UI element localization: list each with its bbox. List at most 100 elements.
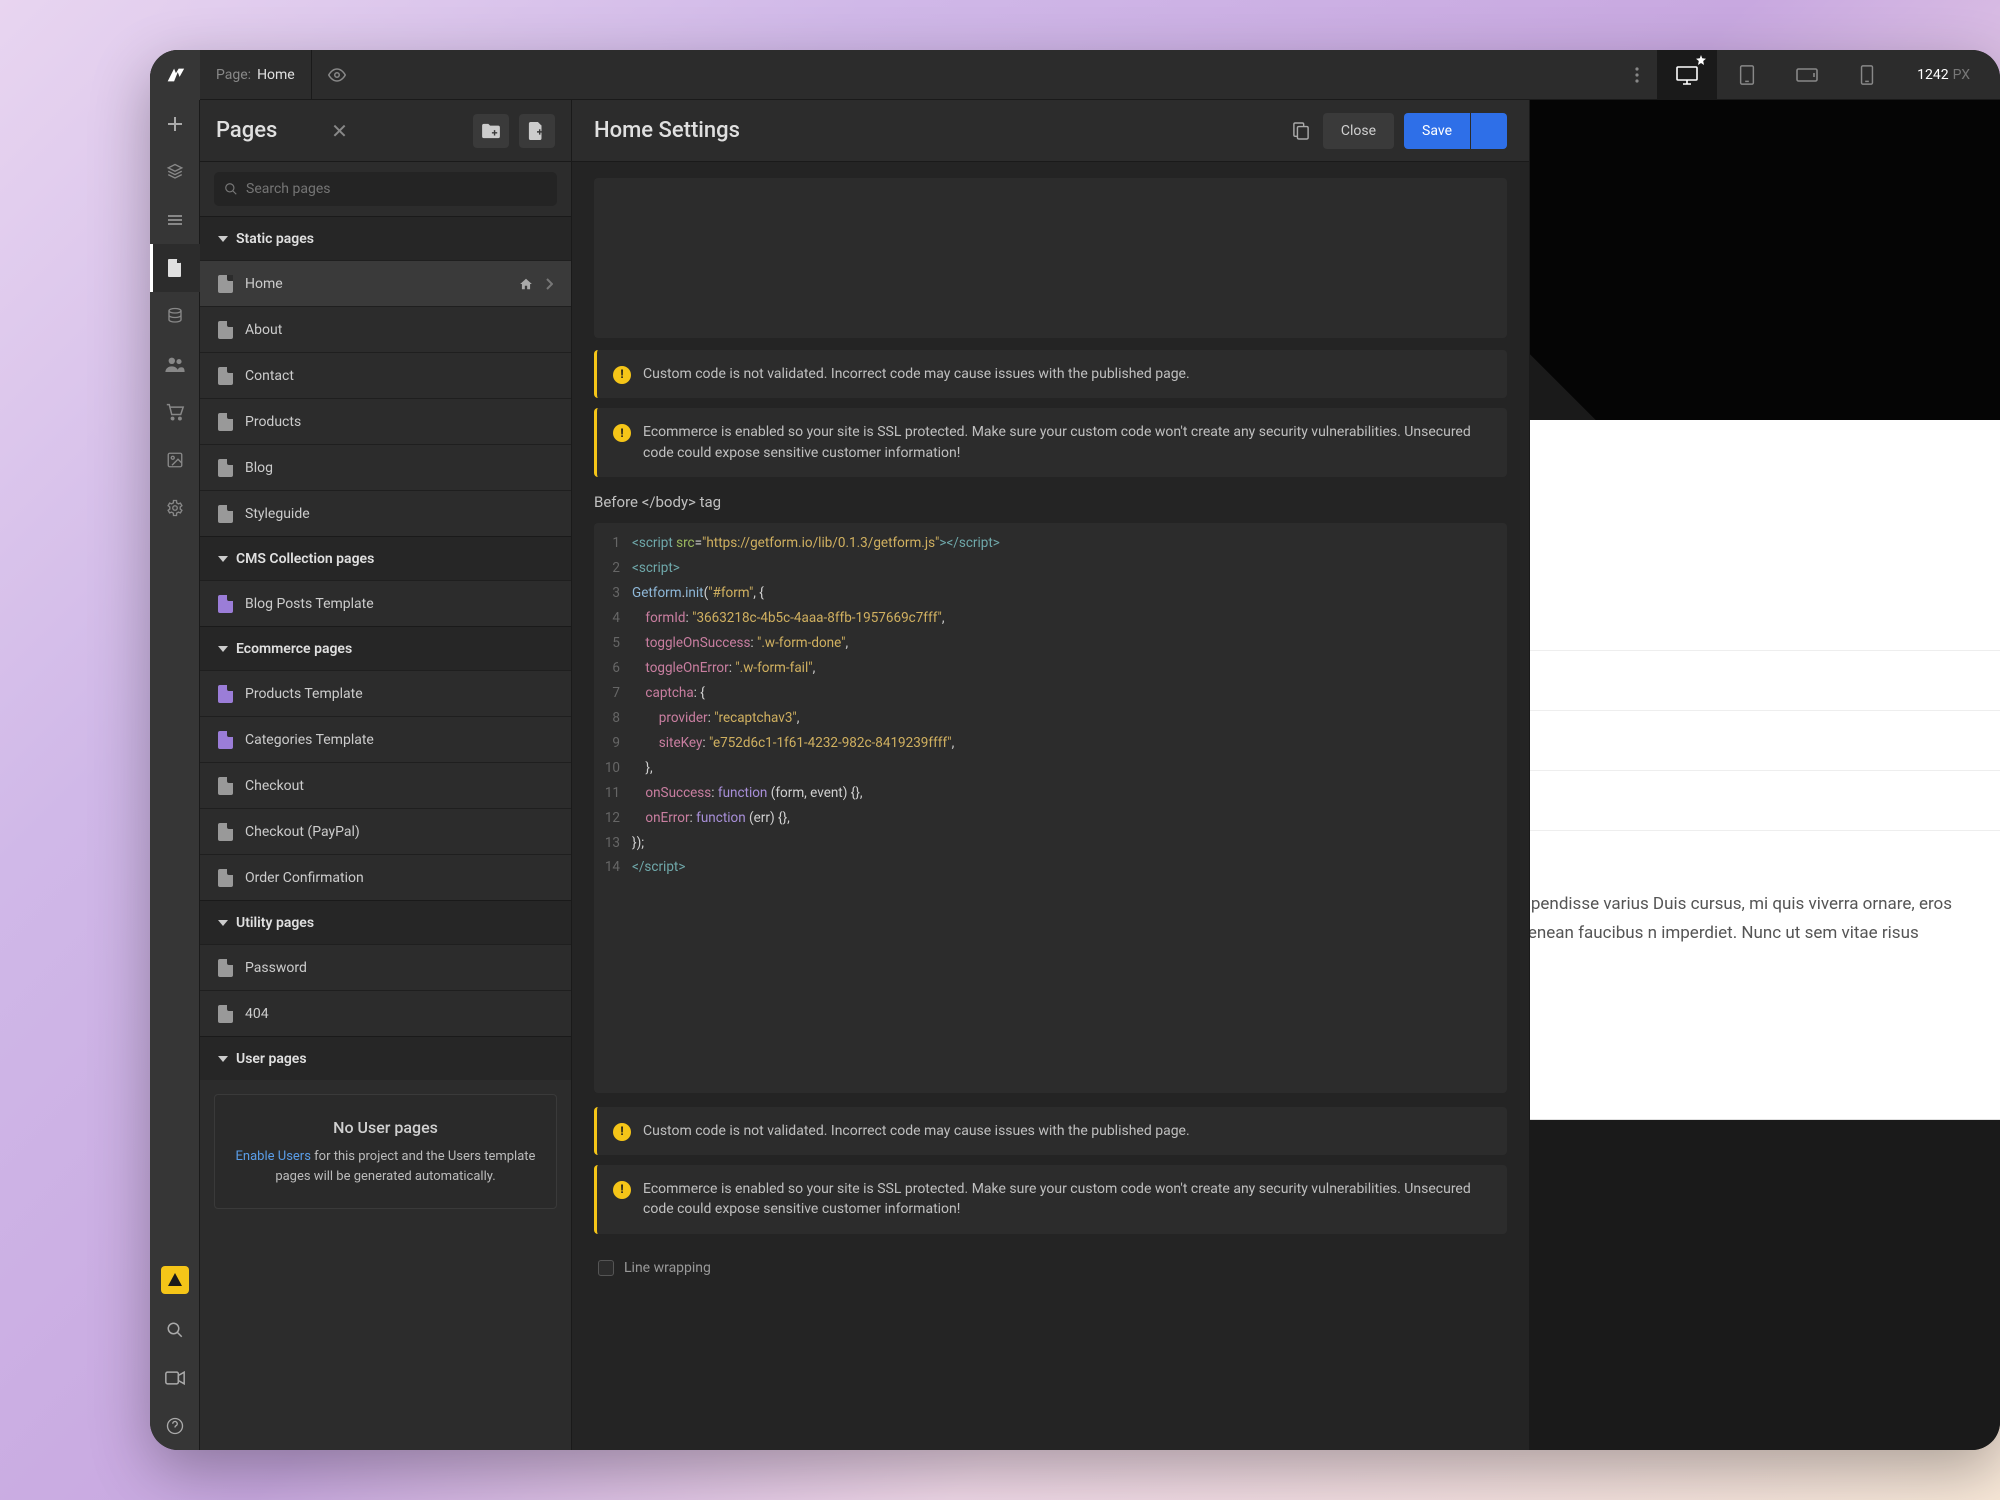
page-item-label: Contact bbox=[245, 368, 294, 384]
breakpoint-mobile-portrait[interactable] bbox=[1837, 50, 1897, 99]
add-element-button[interactable] bbox=[150, 100, 200, 148]
page-item-checkout-paypal[interactable]: Checkout (PayPal) bbox=[200, 808, 571, 854]
page-item-label: Products bbox=[245, 414, 301, 430]
search-button[interactable] bbox=[150, 1306, 200, 1354]
ecommerce-button[interactable] bbox=[150, 388, 200, 436]
page-icon bbox=[218, 413, 233, 431]
page-item-password[interactable]: Password bbox=[200, 944, 571, 990]
page-item-label: Styleguide bbox=[245, 506, 310, 522]
page-item-label: Order Confirmation bbox=[245, 870, 364, 886]
page-icon bbox=[218, 869, 233, 887]
users-button[interactable] bbox=[150, 340, 200, 388]
page-item-label: Checkout (PayPal) bbox=[245, 824, 360, 840]
page-item-label: Home bbox=[245, 276, 283, 292]
page-item-about[interactable]: About bbox=[200, 306, 571, 352]
chevron-down-icon bbox=[218, 1056, 228, 1062]
settings-button[interactable] bbox=[150, 484, 200, 532]
page-item-products-template[interactable]: Products Template bbox=[200, 670, 571, 716]
save-dropdown-button[interactable] bbox=[1471, 113, 1507, 149]
section-static-pages[interactable]: Static pages bbox=[200, 216, 571, 260]
warning-ssl-2: ! Ecommerce is enabled so your site is S… bbox=[594, 1165, 1507, 1234]
chevron-down-icon bbox=[218, 556, 228, 562]
page-item-404[interactable]: 404 bbox=[200, 990, 571, 1036]
new-folder-button[interactable] bbox=[473, 114, 509, 148]
chevron-down-icon bbox=[218, 646, 228, 652]
page-item-contact[interactable]: Contact bbox=[200, 352, 571, 398]
pages-search[interactable] bbox=[214, 172, 557, 206]
breakpoint-mobile-landscape[interactable] bbox=[1777, 50, 1837, 99]
page-icon bbox=[218, 321, 233, 339]
page-item-order-confirmation[interactable]: Order Confirmation bbox=[200, 854, 571, 900]
settings-header: Home Settings Close Save bbox=[572, 100, 1529, 162]
close-button[interactable]: Close bbox=[1323, 113, 1394, 149]
preview-toggle[interactable] bbox=[312, 50, 362, 99]
chevron-down-icon bbox=[218, 920, 228, 926]
page-item-label: Password bbox=[245, 960, 307, 976]
audit-button[interactable] bbox=[150, 1258, 200, 1306]
page-item-styleguide[interactable]: Styleguide bbox=[200, 490, 571, 536]
checkbox-icon bbox=[598, 1260, 614, 1276]
warning-icon: ! bbox=[613, 366, 631, 384]
new-page-button[interactable] bbox=[519, 114, 555, 148]
line-wrapping-toggle[interactable]: Line wrapping bbox=[594, 1244, 1507, 1292]
page-item-products[interactable]: Products bbox=[200, 398, 571, 444]
pages-panel-title: Pages bbox=[216, 118, 317, 143]
canvas-content-section: tetur adipiscing elit. Suspendisse variu… bbox=[1530, 420, 2000, 1120]
template-icon bbox=[218, 685, 233, 703]
page-icon bbox=[218, 459, 233, 477]
page-item-categories-template[interactable]: Categories Template bbox=[200, 716, 571, 762]
section-user-pages[interactable]: User pages bbox=[200, 1036, 571, 1080]
help-button[interactable] bbox=[150, 1402, 200, 1450]
warning-code-validation-2: ! Custom code is not validated. Incorrec… bbox=[594, 1107, 1507, 1155]
page-icon bbox=[218, 777, 233, 795]
chevron-right-icon bbox=[545, 278, 553, 290]
section-utility-pages[interactable]: Utility pages bbox=[200, 900, 571, 944]
pages-button[interactable] bbox=[150, 244, 200, 292]
head-code-editor[interactable] bbox=[594, 178, 1507, 338]
breakpoint-desktop[interactable] bbox=[1657, 50, 1717, 99]
enable-users-link[interactable]: Enable Users bbox=[236, 1149, 311, 1164]
template-icon bbox=[218, 595, 233, 613]
pages-search-input[interactable] bbox=[246, 181, 547, 197]
components-button[interactable] bbox=[150, 196, 200, 244]
breakpoint-tablet[interactable] bbox=[1717, 50, 1777, 99]
page-item-home[interactable]: Home bbox=[200, 260, 571, 306]
warning-text: Ecommerce is enabled so your site is SSL… bbox=[643, 422, 1491, 463]
page-item-label: Products Template bbox=[245, 686, 363, 702]
cms-button[interactable] bbox=[150, 292, 200, 340]
video-tutorials-button[interactable] bbox=[150, 1354, 200, 1402]
navigator-button[interactable] bbox=[150, 148, 200, 196]
chevron-down-icon bbox=[218, 236, 228, 242]
empty-state-title: No User pages bbox=[235, 1115, 536, 1141]
top-bar: Page: Home 1242PX bbox=[150, 50, 2000, 100]
pages-panel: Pages ✕ Static pages Home bbox=[200, 100, 572, 1450]
settings-title: Home Settings bbox=[594, 118, 1285, 143]
page-item-blog-posts-template[interactable]: Blog Posts Template bbox=[200, 580, 571, 626]
more-menu-button[interactable] bbox=[1617, 50, 1657, 99]
copy-button[interactable] bbox=[1285, 114, 1317, 148]
left-rail bbox=[150, 100, 200, 1450]
home-icon bbox=[519, 277, 533, 291]
page-icon bbox=[218, 823, 233, 841]
page-crumb-label: Page: bbox=[216, 67, 251, 83]
page-item-label: Checkout bbox=[245, 778, 304, 794]
body-code-editor[interactable]: 1<script src="https://getform.io/lib/0.1… bbox=[594, 523, 1507, 1093]
app-window: Page: Home 1242PX bbox=[150, 50, 2000, 1450]
page-item-checkout[interactable]: Checkout bbox=[200, 762, 571, 808]
line-wrapping-label: Line wrapping bbox=[624, 1260, 711, 1276]
webflow-logo[interactable] bbox=[150, 50, 200, 100]
page-breadcrumb[interactable]: Page: Home bbox=[200, 50, 312, 99]
section-ecommerce-pages[interactable]: Ecommerce pages bbox=[200, 626, 571, 670]
assets-button[interactable] bbox=[150, 436, 200, 484]
save-button[interactable]: Save bbox=[1404, 113, 1470, 149]
warning-ssl: ! Ecommerce is enabled so your site is S… bbox=[594, 408, 1507, 477]
page-item-label: Categories Template bbox=[245, 732, 374, 748]
page-item-blog[interactable]: Blog bbox=[200, 444, 571, 490]
warning-icon: ! bbox=[613, 1123, 631, 1141]
page-item-label: Blog bbox=[245, 460, 273, 476]
section-cms-pages[interactable]: CMS Collection pages bbox=[200, 536, 571, 580]
warning-icon: ! bbox=[613, 424, 631, 442]
close-pages-panel[interactable]: ✕ bbox=[327, 119, 352, 143]
viewport-width-readout[interactable]: 1242PX bbox=[1897, 67, 2000, 83]
user-pages-empty-state: No User pages Enable Users for this proj… bbox=[214, 1094, 557, 1209]
